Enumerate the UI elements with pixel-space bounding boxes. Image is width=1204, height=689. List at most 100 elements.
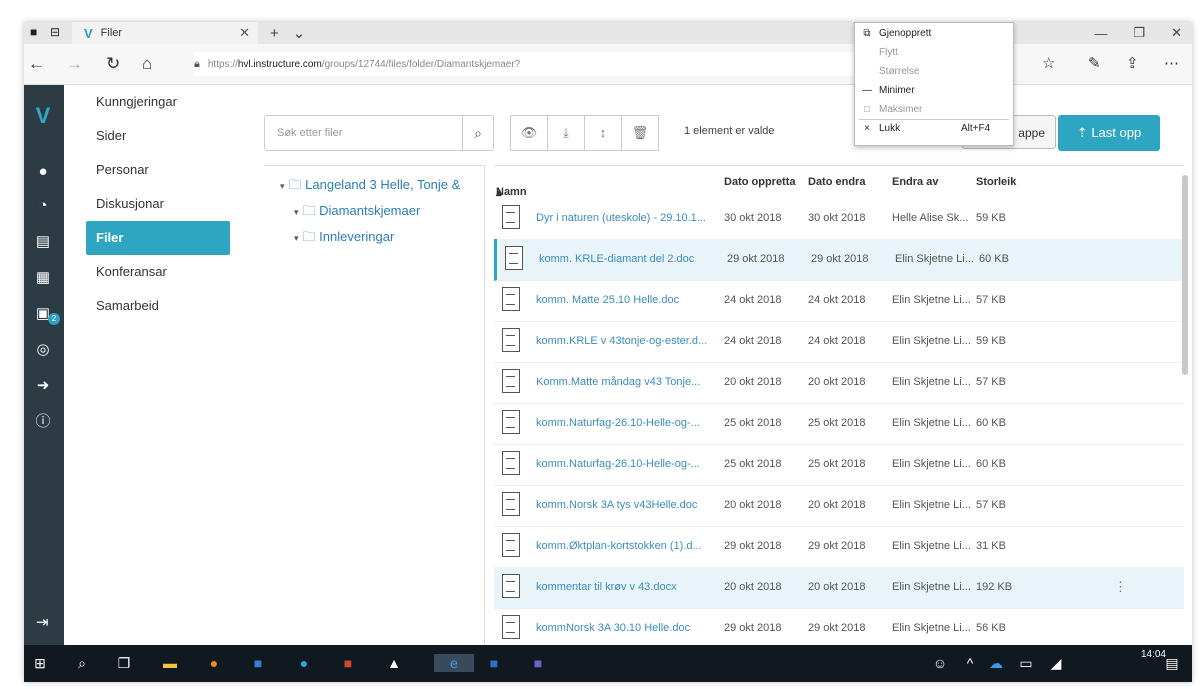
people-icon[interactable]: ☺ xyxy=(930,654,950,672)
tabs-aside-icon[interactable]: ⊟ xyxy=(50,25,60,39)
course-nav-item[interactable]: Filer xyxy=(86,221,230,255)
task-view-icon[interactable]: ❐ xyxy=(114,654,134,672)
scrollbar[interactable] xyxy=(1182,175,1188,375)
new-tab-icon[interactable]: + xyxy=(270,25,279,42)
minimize-icon[interactable]: — xyxy=(1094,26,1107,41)
window-icon: ■ xyxy=(30,25,38,39)
file-row[interactable]: komm.Øktplan-kortstokken (1).d... 29 okt … xyxy=(494,526,1184,568)
battery-icon[interactable]: ▭ xyxy=(1016,654,1036,672)
close-tab-icon[interactable]: ✕ xyxy=(239,25,250,41)
cortana-search-icon[interactable]: ⌕ xyxy=(72,654,92,672)
commons-icon[interactable]: ◎ xyxy=(32,339,54,361)
home-icon[interactable]: ⌂ xyxy=(142,54,152,74)
favorites-icon[interactable]: ☆ xyxy=(1042,54,1055,72)
file-modified-by: Elin Skjetne Li... xyxy=(892,294,971,306)
tab-list-chevron-icon[interactable]: ⌄ xyxy=(293,24,306,42)
start-icon[interactable]: ⊞ xyxy=(30,654,50,672)
share-icon[interactable]: ⇪ xyxy=(1126,54,1139,72)
taskbar: ⊞ ⌕ ❐ ▬ ● ■ ● ■ ▲ e ■ ■ ☺ ^ ☁ ▭ ◢ 14:04 … xyxy=(24,645,1192,682)
teams-icon[interactable]: ■ xyxy=(528,654,548,672)
notifications-icon[interactable]: ▤ xyxy=(1162,654,1182,672)
file-row[interactable]: komm. KRLE-diamant del 2.doc 29 okt 2018 2… xyxy=(494,239,1187,281)
restore-icon[interactable]: ❐ xyxy=(1133,25,1145,41)
file-name[interactable]: kommNorsk 3A 30.10 Helle.doc xyxy=(536,622,720,634)
help-icon[interactable]: ⓘ xyxy=(32,411,54,433)
logout-icon[interactable]: ➜ xyxy=(32,375,54,397)
tray-chevron-icon[interactable]: ^ xyxy=(960,654,980,672)
file-name[interactable]: komm.KRLE v 43tonje-og-ester.d... xyxy=(536,335,720,347)
col-modified-by[interactable]: Endra av xyxy=(892,176,938,188)
file-modified-by: Elin Skjetne Li... xyxy=(892,376,971,388)
file-created: 29 okt 2018 xyxy=(724,622,782,634)
file-row[interactable]: Dyr i naturen (uteskole) - 29.10.1... 30 … xyxy=(494,198,1184,240)
refresh-icon[interactable]: ↻ xyxy=(106,54,120,74)
skype-icon[interactable]: ● xyxy=(294,654,314,672)
course-nav-item[interactable]: Personar xyxy=(86,153,236,187)
menu-item[interactable]: × Lukk Alt+F4 xyxy=(855,120,1013,138)
menu-item-label: Lukk xyxy=(879,123,901,134)
course-nav-item[interactable]: Diskusjonar xyxy=(86,187,236,221)
new-folder-label: appe xyxy=(1018,126,1045,140)
courses-icon[interactable]: ▤ xyxy=(32,231,54,253)
outlook-icon[interactable]: ■ xyxy=(248,654,268,672)
word-icon[interactable]: ■ xyxy=(484,654,504,672)
browser-tab[interactable]: V Filer ✕ xyxy=(72,22,258,44)
col-created[interactable]: Dato oppretta xyxy=(724,176,796,188)
more-icon[interactable]: ⋯ xyxy=(1164,54,1179,72)
delete-icon[interactable]: 🗑︎ xyxy=(621,115,659,151)
file-row[interactable]: komm.Naturfag-26.10-Helle-og-... 25 okt 2… xyxy=(494,403,1184,445)
file-row[interactable]: komm.Norsk 3A tys v43Helle.doc 20 okt 201… xyxy=(494,485,1184,527)
file-name[interactable]: komm. Matte 25.10 Helle.doc xyxy=(536,294,720,306)
search-input[interactable]: Søk etter filer ⌕ xyxy=(264,115,494,151)
file-name[interactable]: komm. KRLE-diamant del 2.doc xyxy=(539,253,723,265)
expand-nav-icon[interactable]: ⇥ xyxy=(36,613,49,631)
move-icon[interactable]: ↕ xyxy=(584,115,622,151)
file-name[interactable]: komm.Norsk 3A tys v43Helle.doc xyxy=(536,499,720,511)
dashboard-icon[interactable]: ◔ xyxy=(32,195,54,217)
forward-icon[interactable]: → xyxy=(66,54,83,74)
file-name[interactable]: komm.Naturfag-26.10-Helle-og-... xyxy=(536,417,720,429)
menu-item[interactable]: ⧉ Gjenopprett xyxy=(855,25,1013,43)
upload-button[interactable]: ⇡ Last opp xyxy=(1058,115,1160,151)
course-nav-item[interactable]: Samarbeid xyxy=(86,289,236,323)
tree-folder-innleveringar[interactable]: ▾ 🗀︎ Innleveringar xyxy=(294,228,394,250)
row-actions-icon[interactable]: ⋮ xyxy=(1114,579,1127,595)
onedrive-icon[interactable]: ☁ xyxy=(986,654,1006,672)
back-icon[interactable]: ← xyxy=(28,54,45,74)
file-explorer-icon[interactable]: ▬ xyxy=(160,654,180,672)
tree-root[interactable]: ▾ 🗀︎ Langeland 3 Helle, Tonje & xyxy=(280,176,460,198)
powerpoint-icon[interactable]: ■ xyxy=(338,654,358,672)
search-icon[interactable]: ⌕ xyxy=(462,116,493,150)
file-name[interactable]: kommentar til krøv v 43.docx xyxy=(536,581,720,593)
edge-icon[interactable]: e xyxy=(434,654,474,672)
file-row[interactable]: Komm.Matte måndag v43 Tonje... 20 okt 201… xyxy=(494,362,1184,404)
calendar-icon[interactable]: ▦ xyxy=(32,267,54,289)
col-modified[interactable]: Dato endra xyxy=(808,176,865,188)
preview-icon[interactable]: 👁︎ xyxy=(510,115,548,151)
firefox-icon[interactable]: ● xyxy=(204,654,224,672)
canvas-logo-icon[interactable]: V xyxy=(32,105,54,127)
file-row[interactable]: komm.KRLE v 43tonje-og-ester.d... 24 okt … xyxy=(494,321,1184,363)
file-name[interactable]: Komm.Matte måndag v43 Tonje... xyxy=(536,376,720,388)
file-row[interactable]: kommentar til krøv v 43.docx 20 okt 2018 2… xyxy=(494,567,1184,609)
file-name[interactable]: komm.Øktplan-kortstokken (1).d... xyxy=(536,540,720,552)
course-nav-item[interactable]: Sider xyxy=(86,119,236,153)
photos-icon[interactable]: ▲ xyxy=(384,654,404,672)
file-row[interactable]: komm.Naturfag-26.10-Helle-og-... 25 okt 2… xyxy=(494,444,1184,486)
file-name[interactable]: Dyr i naturen (uteskole) - 29.10.1... xyxy=(536,212,720,224)
file-name[interactable]: komm.Naturfag-26.10-Helle-og-... xyxy=(536,458,720,470)
pen-icon[interactable]: ✎ xyxy=(1088,54,1101,72)
account-avatar-icon[interactable]: ● xyxy=(32,161,54,183)
menu-item[interactable]: — Minimer xyxy=(855,82,1013,100)
course-nav-item[interactable]: Kunngjeringar xyxy=(86,85,236,119)
col-size[interactable]: Storleik xyxy=(976,176,1016,188)
caret-down-icon: ▾ xyxy=(294,207,299,217)
tree-folder-diamantskjemaer[interactable]: ▾ 🗀︎ Diamantskjemaer xyxy=(294,202,420,224)
file-modified-by: Elin Skjetne Li... xyxy=(895,253,974,265)
course-nav-item[interactable]: Konferansar xyxy=(86,255,236,289)
close-window-icon[interactable]: ✕ xyxy=(1171,25,1182,41)
network-icon[interactable]: ◢ xyxy=(1046,654,1066,672)
file-row[interactable]: kommNorsk 3A 30.10 Helle.doc 29 okt 2018 2… xyxy=(494,608,1184,650)
file-row[interactable]: komm. Matte 25.10 Helle.doc 24 okt 2018 24… xyxy=(494,280,1184,322)
download-icon[interactable]: ⤓ xyxy=(547,115,585,151)
